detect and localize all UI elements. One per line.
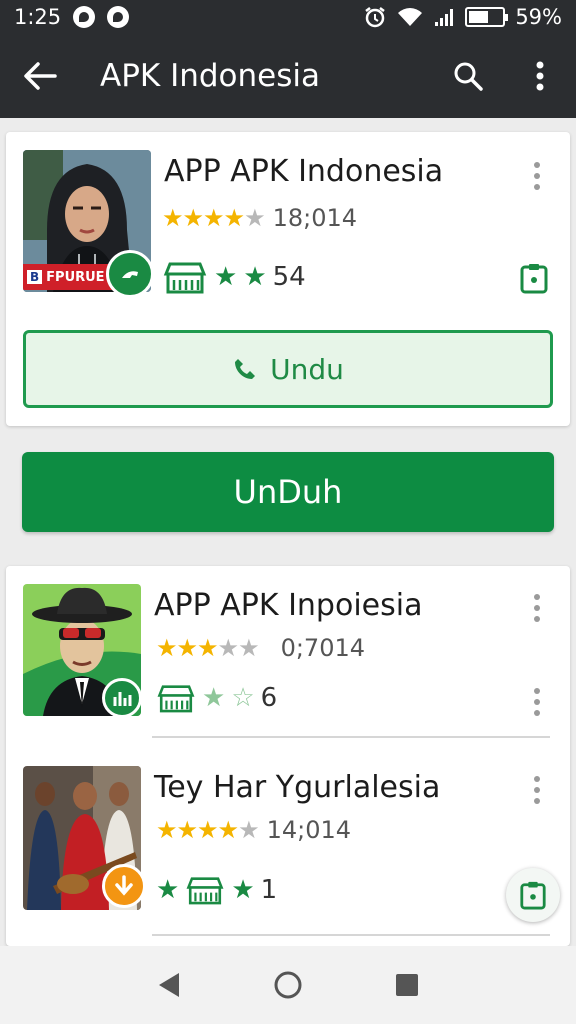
green-star-icon: ☆ bbox=[231, 683, 255, 713]
rating-row-1: ★ ★ ★ ★ ★ 0;7014 bbox=[156, 634, 365, 662]
phone-icon bbox=[122, 271, 138, 278]
more-options-button[interactable] bbox=[504, 34, 576, 118]
status-bar: 1:25 59% bbox=[0, 0, 576, 34]
star-empty-icon: ★ bbox=[217, 634, 239, 662]
more-vert-icon bbox=[536, 61, 544, 91]
star-filled-icon: ★ bbox=[176, 816, 198, 844]
star-filled-icon: ★ bbox=[197, 634, 218, 662]
app-title-1[interactable]: APP APK Inpoiesia bbox=[154, 588, 422, 623]
app-list-card: APP APK Inpoiesia ★ ★ ★ ★ ★ 0;7014 ★ ☆ 6 Tey… bbox=[6, 566, 570, 946]
star-rating-1: ★ ★ ★ ★ ★ bbox=[156, 634, 260, 662]
star-filled-icon: ★ bbox=[162, 204, 183, 232]
app-title[interactable]: APP APK Indonesia bbox=[164, 154, 443, 189]
banner-text: FPURUE bbox=[46, 269, 105, 285]
unduh-button[interactable]: UnDuh bbox=[22, 452, 554, 532]
bookmark-button[interactable] bbox=[516, 260, 552, 296]
star-empty-icon: ★ bbox=[238, 634, 259, 662]
nav-back-button[interactable] bbox=[144, 960, 194, 1010]
store-icon bbox=[163, 262, 207, 294]
star-filled-icon: ★ bbox=[156, 816, 177, 844]
star-filled-icon: ★ bbox=[156, 634, 177, 662]
undu-label: Undu bbox=[270, 352, 344, 386]
clipboard-icon bbox=[520, 881, 546, 910]
download-arrow-icon bbox=[115, 875, 133, 896]
star-filled-icon: ★ bbox=[176, 634, 198, 662]
thumbnail-banner: B FPURUE bbox=[23, 264, 119, 290]
square-recents-icon bbox=[395, 974, 418, 996]
list-divider bbox=[152, 934, 550, 936]
stat-value-1: 6 bbox=[260, 683, 278, 713]
star-rating: ★ ★ ★ ★ ★ bbox=[162, 204, 266, 232]
rating-count: 18;014 bbox=[272, 204, 358, 232]
notification-icon bbox=[73, 6, 96, 28]
meta-row: ★ ★ 54 bbox=[162, 260, 306, 294]
rating-count-1: 0;7014 bbox=[280, 634, 366, 662]
clipboard-fab[interactable] bbox=[506, 868, 560, 922]
status-time: 1:25 bbox=[14, 5, 62, 29]
star-filled-icon: ★ bbox=[197, 816, 218, 844]
star-rating-2: ★ ★ ★ ★ ★ bbox=[156, 816, 260, 844]
battery-percent: 59% bbox=[515, 5, 562, 29]
system-nav-bar bbox=[0, 946, 576, 1024]
rating-row: ★ ★ ★ ★ ★ 18;014 bbox=[162, 204, 357, 232]
star-empty-icon: ★ bbox=[244, 204, 265, 232]
download-badge bbox=[102, 864, 146, 908]
item-overflow-menu-1[interactable] bbox=[522, 588, 552, 628]
undu-outline-button[interactable]: Undu bbox=[23, 330, 553, 408]
stat-value-2: 1 bbox=[260, 875, 278, 905]
triangle-back-icon bbox=[159, 973, 180, 997]
search-button[interactable] bbox=[432, 34, 504, 118]
star-filled-icon: ★ bbox=[223, 204, 245, 232]
search-icon bbox=[454, 62, 483, 91]
item-secondary-menu-1[interactable] bbox=[522, 682, 552, 722]
green-star-icon: ★ bbox=[231, 875, 255, 905]
card-overflow-menu[interactable] bbox=[522, 156, 552, 196]
alarm-icon bbox=[365, 7, 386, 28]
star-filled-icon: ★ bbox=[182, 204, 204, 232]
back-button[interactable] bbox=[0, 34, 80, 118]
star-empty-icon: ★ bbox=[238, 816, 259, 844]
store-icon bbox=[186, 877, 224, 905]
notification-icon-2 bbox=[107, 6, 130, 28]
rating-count-2: 14;014 bbox=[266, 816, 352, 844]
unduh-label: UnDuh bbox=[233, 473, 343, 511]
star-filled-icon: ★ bbox=[203, 204, 224, 232]
rating-row-2: ★ ★ ★ ★ ★ 14;014 bbox=[156, 816, 351, 844]
bar-chart-icon bbox=[113, 692, 132, 706]
app-title-2[interactable]: Tey Har Ygurlalesia bbox=[154, 770, 440, 805]
signal-icon bbox=[435, 9, 454, 26]
back-arrow-icon bbox=[24, 62, 57, 90]
call-badge bbox=[106, 250, 154, 298]
banner-logo-icon: B bbox=[27, 270, 43, 284]
meta-row-1: ★ ☆ 6 bbox=[156, 682, 277, 714]
green-star-icon: ★ bbox=[214, 262, 238, 292]
circle-home-icon bbox=[274, 971, 302, 999]
chart-badge bbox=[102, 678, 142, 718]
green-star-icon: ★ bbox=[243, 262, 267, 292]
app-toolbar: APK Indonesia bbox=[0, 34, 576, 118]
green-star-icon: ★ bbox=[156, 875, 180, 905]
store-icon bbox=[157, 685, 195, 713]
meta-row-2: ★ ★ 1 bbox=[156, 874, 277, 906]
wifi-icon bbox=[398, 8, 423, 26]
phone-icon bbox=[235, 359, 256, 379]
list-divider bbox=[152, 736, 550, 738]
nav-home-button[interactable] bbox=[263, 960, 313, 1010]
featured-app-card[interactable]: B FPURUE APP APK Indonesia ★ ★ ★ ★ ★ 18;014 … bbox=[6, 132, 570, 426]
page-title: APK Indonesia bbox=[100, 58, 320, 94]
clipboard-icon bbox=[520, 264, 548, 294]
star-filled-icon: ★ bbox=[217, 816, 239, 844]
item-overflow-menu-2[interactable] bbox=[522, 770, 552, 810]
green-star-icon: ★ bbox=[202, 683, 226, 713]
nav-recents-button[interactable] bbox=[382, 960, 432, 1010]
battery-icon bbox=[465, 7, 509, 27]
stat-value: 54 bbox=[272, 262, 306, 292]
